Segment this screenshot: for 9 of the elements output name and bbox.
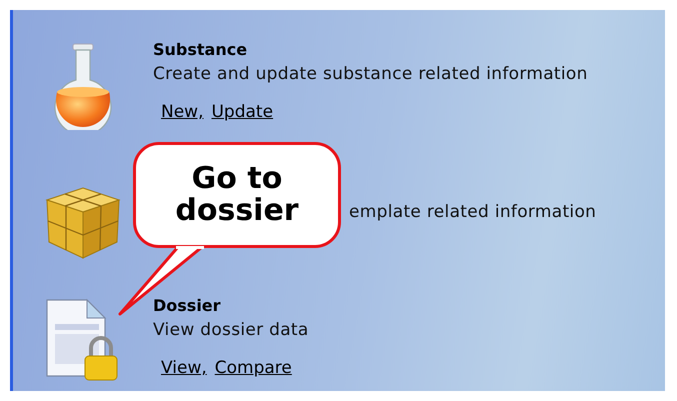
action-link[interactable]: New, bbox=[161, 102, 204, 122]
section-description: Create and update substance related information bbox=[153, 64, 588, 84]
section-title: Dossier bbox=[153, 296, 222, 317]
section-description: emplate related information bbox=[349, 202, 596, 222]
section-title: Substance bbox=[153, 40, 248, 61]
action-link[interactable]: View, bbox=[161, 358, 207, 378]
action-link[interactable]: Compare bbox=[214, 358, 292, 378]
action-link[interactable]: Update bbox=[211, 102, 274, 122]
section-description: View dossier data bbox=[153, 320, 309, 340]
